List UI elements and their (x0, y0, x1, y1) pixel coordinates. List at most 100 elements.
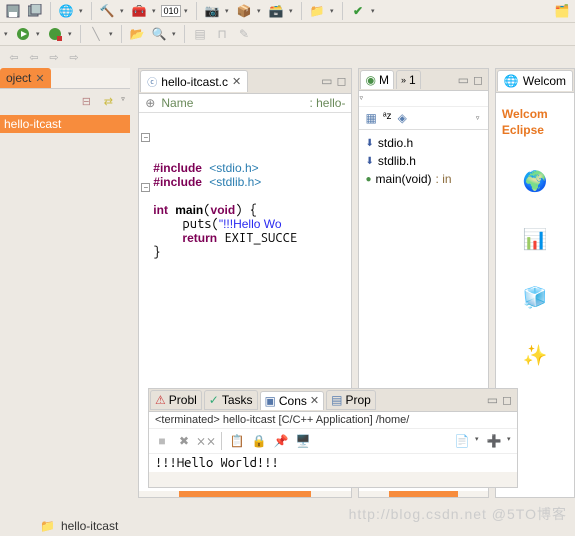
dropdown-icon[interactable]: ▾ (4, 27, 10, 41)
dropdown-icon[interactable]: ▾ (330, 4, 336, 18)
display-icon[interactable]: 🖥️ (294, 432, 312, 450)
close-icon[interactable]: ✕ (310, 394, 319, 407)
dropdown-icon[interactable]: ▾ (507, 432, 513, 446)
eclipse-icon: 🌐 (504, 74, 519, 88)
tree-item-selected[interactable]: hello-itcast (0, 115, 130, 133)
close-icon[interactable]: ✕ (232, 75, 241, 88)
pin-icon[interactable]: ⊓ (213, 25, 231, 43)
fwd2-icon: ⇨ (66, 49, 82, 65)
close-icon[interactable]: ✕ (35, 72, 44, 85)
status-project: hello-itcast (61, 519, 118, 533)
perspective-icon[interactable]: 🗂️ (553, 2, 571, 20)
tutorials-icon[interactable]: 🧊 (521, 283, 549, 311)
include-icon: ⬇ (365, 156, 373, 167)
minimize-icon[interactable]: ▭ (458, 73, 469, 87)
dropdown-icon[interactable]: ▾ (68, 27, 74, 41)
tab-project[interactable]: oject ✕ (0, 68, 51, 88)
dropdown-icon[interactable]: ▾ (172, 27, 178, 41)
maximize-icon[interactable]: ◻ (502, 393, 512, 407)
outline-scrollbar[interactable] (389, 491, 457, 497)
toolbox-icon[interactable]: 🧰 (130, 2, 148, 20)
main-toolbar-1: 🌐 ▾ 🔨 ▾ 🧰 ▾ 010 ▾ 📷 ▾ 📦 ▾ 🗃️ ▾ 📁 ▾ ✔ ▾ 🗂️ (0, 0, 575, 23)
props-icon: ▤ (331, 393, 342, 407)
outline-item[interactable]: ●main(void): in (363, 170, 483, 188)
bottom-views: ⚠Probl ✓Tasks ▣Cons✕ ▤Prop ▭◻ <terminate… (148, 388, 518, 488)
samples-icon[interactable]: 📊 (521, 225, 549, 253)
dropdown-icon[interactable]: ▾ (225, 4, 231, 18)
back-icon[interactable]: ⇦ (6, 49, 22, 65)
whatsnew-icon[interactable]: ✨ (521, 341, 549, 369)
tab-properties[interactable]: ▤Prop (326, 390, 376, 410)
tab-welcome[interactable]: 🌐Welcom (497, 70, 573, 91)
remove-icon[interactable]: ✖ (175, 432, 193, 450)
view-menu-icon[interactable]: ▿ (121, 92, 127, 106)
clear-icon[interactable]: 📋 (228, 432, 246, 450)
check-icon[interactable]: ✔ (349, 2, 367, 20)
dropdown-icon[interactable]: ▾ (371, 4, 377, 18)
link-icon[interactable]: ⇄ (99, 92, 117, 110)
new-console-icon[interactable]: ➕ (485, 432, 503, 450)
console-toolbar: ■ ✖ ⨯⨯ 📋 🔒 📌 🖥️ 📄 ▾ ➕ ▾ (149, 429, 517, 454)
hammer-icon[interactable]: 🔨 (98, 2, 116, 20)
view-menu-icon[interactable]: ▿ (476, 111, 482, 125)
editor-tab[interactable]: ⓒ hello-itcast.c ✕ (140, 70, 248, 92)
outline-item[interactable]: ⬇stdlib.h (363, 152, 483, 170)
folder-icon[interactable]: 📁 (308, 2, 326, 20)
header-name: Name (161, 96, 193, 110)
camera-icon[interactable]: 📷 (203, 2, 221, 20)
terminate-icon[interactable]: ■ (153, 432, 171, 450)
open-console-icon[interactable]: 📄 (453, 432, 471, 450)
remove-all-icon[interactable]: ⨯⨯ (197, 432, 215, 450)
folder-open-icon[interactable]: 📂 (128, 25, 146, 43)
dropdown-icon[interactable]: ▾ (257, 4, 263, 18)
fold-icon[interactable]: − (141, 183, 150, 192)
dropdown-icon[interactable]: ▾ (79, 4, 85, 18)
minimize-icon[interactable]: ▭ (487, 393, 498, 407)
tab-other[interactable]: »1 (396, 70, 421, 89)
console-output[interactable]: !!!Hello World!!! (149, 454, 517, 472)
tab-problems[interactable]: ⚠Probl (150, 390, 202, 410)
search-icon[interactable]: 🔍 (150, 25, 168, 43)
expand-icon[interactable]: ⊕ (145, 96, 155, 110)
dropdown-icon[interactable]: ▾ (36, 27, 42, 41)
watermark: http://blog.csdn.net @5TO博客 (349, 504, 567, 524)
hide-icon[interactable]: ◈ (398, 111, 407, 125)
overview-icon[interactable]: 🌍 (521, 167, 549, 195)
filter-icon[interactable]: ▦ (365, 111, 376, 125)
dropdown-icon[interactable]: ▾ (289, 4, 295, 18)
dropdown-icon[interactable]: ▾ (184, 4, 190, 18)
collapse-icon[interactable]: ⊟ (77, 92, 95, 110)
globe-icon[interactable]: 🌐 (57, 2, 75, 20)
wand-icon[interactable]: ╲ (87, 25, 105, 43)
maximize-icon[interactable]: ◻ (473, 73, 483, 87)
dropdown-icon[interactable]: ▾ (109, 27, 115, 41)
dropdown-icon[interactable]: ▾ (120, 4, 126, 18)
binary-icon[interactable]: 010 (162, 2, 180, 20)
sort-icon[interactable]: ᵃz (383, 111, 392, 125)
console-icon: ▣ (265, 394, 276, 408)
package-open-icon[interactable]: 🗃️ (267, 2, 285, 20)
outline-item[interactable]: ⬇stdio.h (363, 134, 483, 152)
view-menu-icon[interactable]: ▿ (359, 91, 365, 105)
lock-icon[interactable]: 🔒 (250, 432, 268, 450)
run-icon[interactable] (14, 25, 32, 43)
dropdown-icon[interactable]: ▾ (475, 432, 481, 446)
tab-console[interactable]: ▣Cons✕ (260, 391, 325, 410)
project-explorer: oject ✕ ⊟ ⇄ ▿ hello-itcast (0, 68, 130, 498)
save-all-icon[interactable] (26, 2, 44, 20)
fold-icon[interactable]: − (141, 133, 150, 142)
dropdown-icon[interactable]: ▾ (152, 4, 158, 18)
save-icon[interactable] (4, 2, 22, 20)
tab-makefile[interactable]: ◉M (360, 70, 393, 89)
package-icon[interactable]: 📦 (235, 2, 253, 20)
minimize-icon[interactable]: ▭ (321, 74, 332, 88)
c-file-icon: ⓒ (147, 74, 157, 89)
outline-icon[interactable]: ▤ (191, 25, 209, 43)
editor-scrollbar[interactable] (179, 491, 311, 497)
main-toolbar-2: ▾ ▾ ▾ ╲ ▾ 📂 🔍 ▾ ▤ ⊓ ✎ (0, 23, 575, 46)
maximize-icon[interactable]: ◻ (337, 74, 347, 88)
run-ext-icon[interactable] (46, 25, 64, 43)
tab-tasks[interactable]: ✓Tasks (204, 390, 258, 410)
pin-icon[interactable]: 📌 (272, 432, 290, 450)
edit-icon[interactable]: ✎ (235, 25, 253, 43)
